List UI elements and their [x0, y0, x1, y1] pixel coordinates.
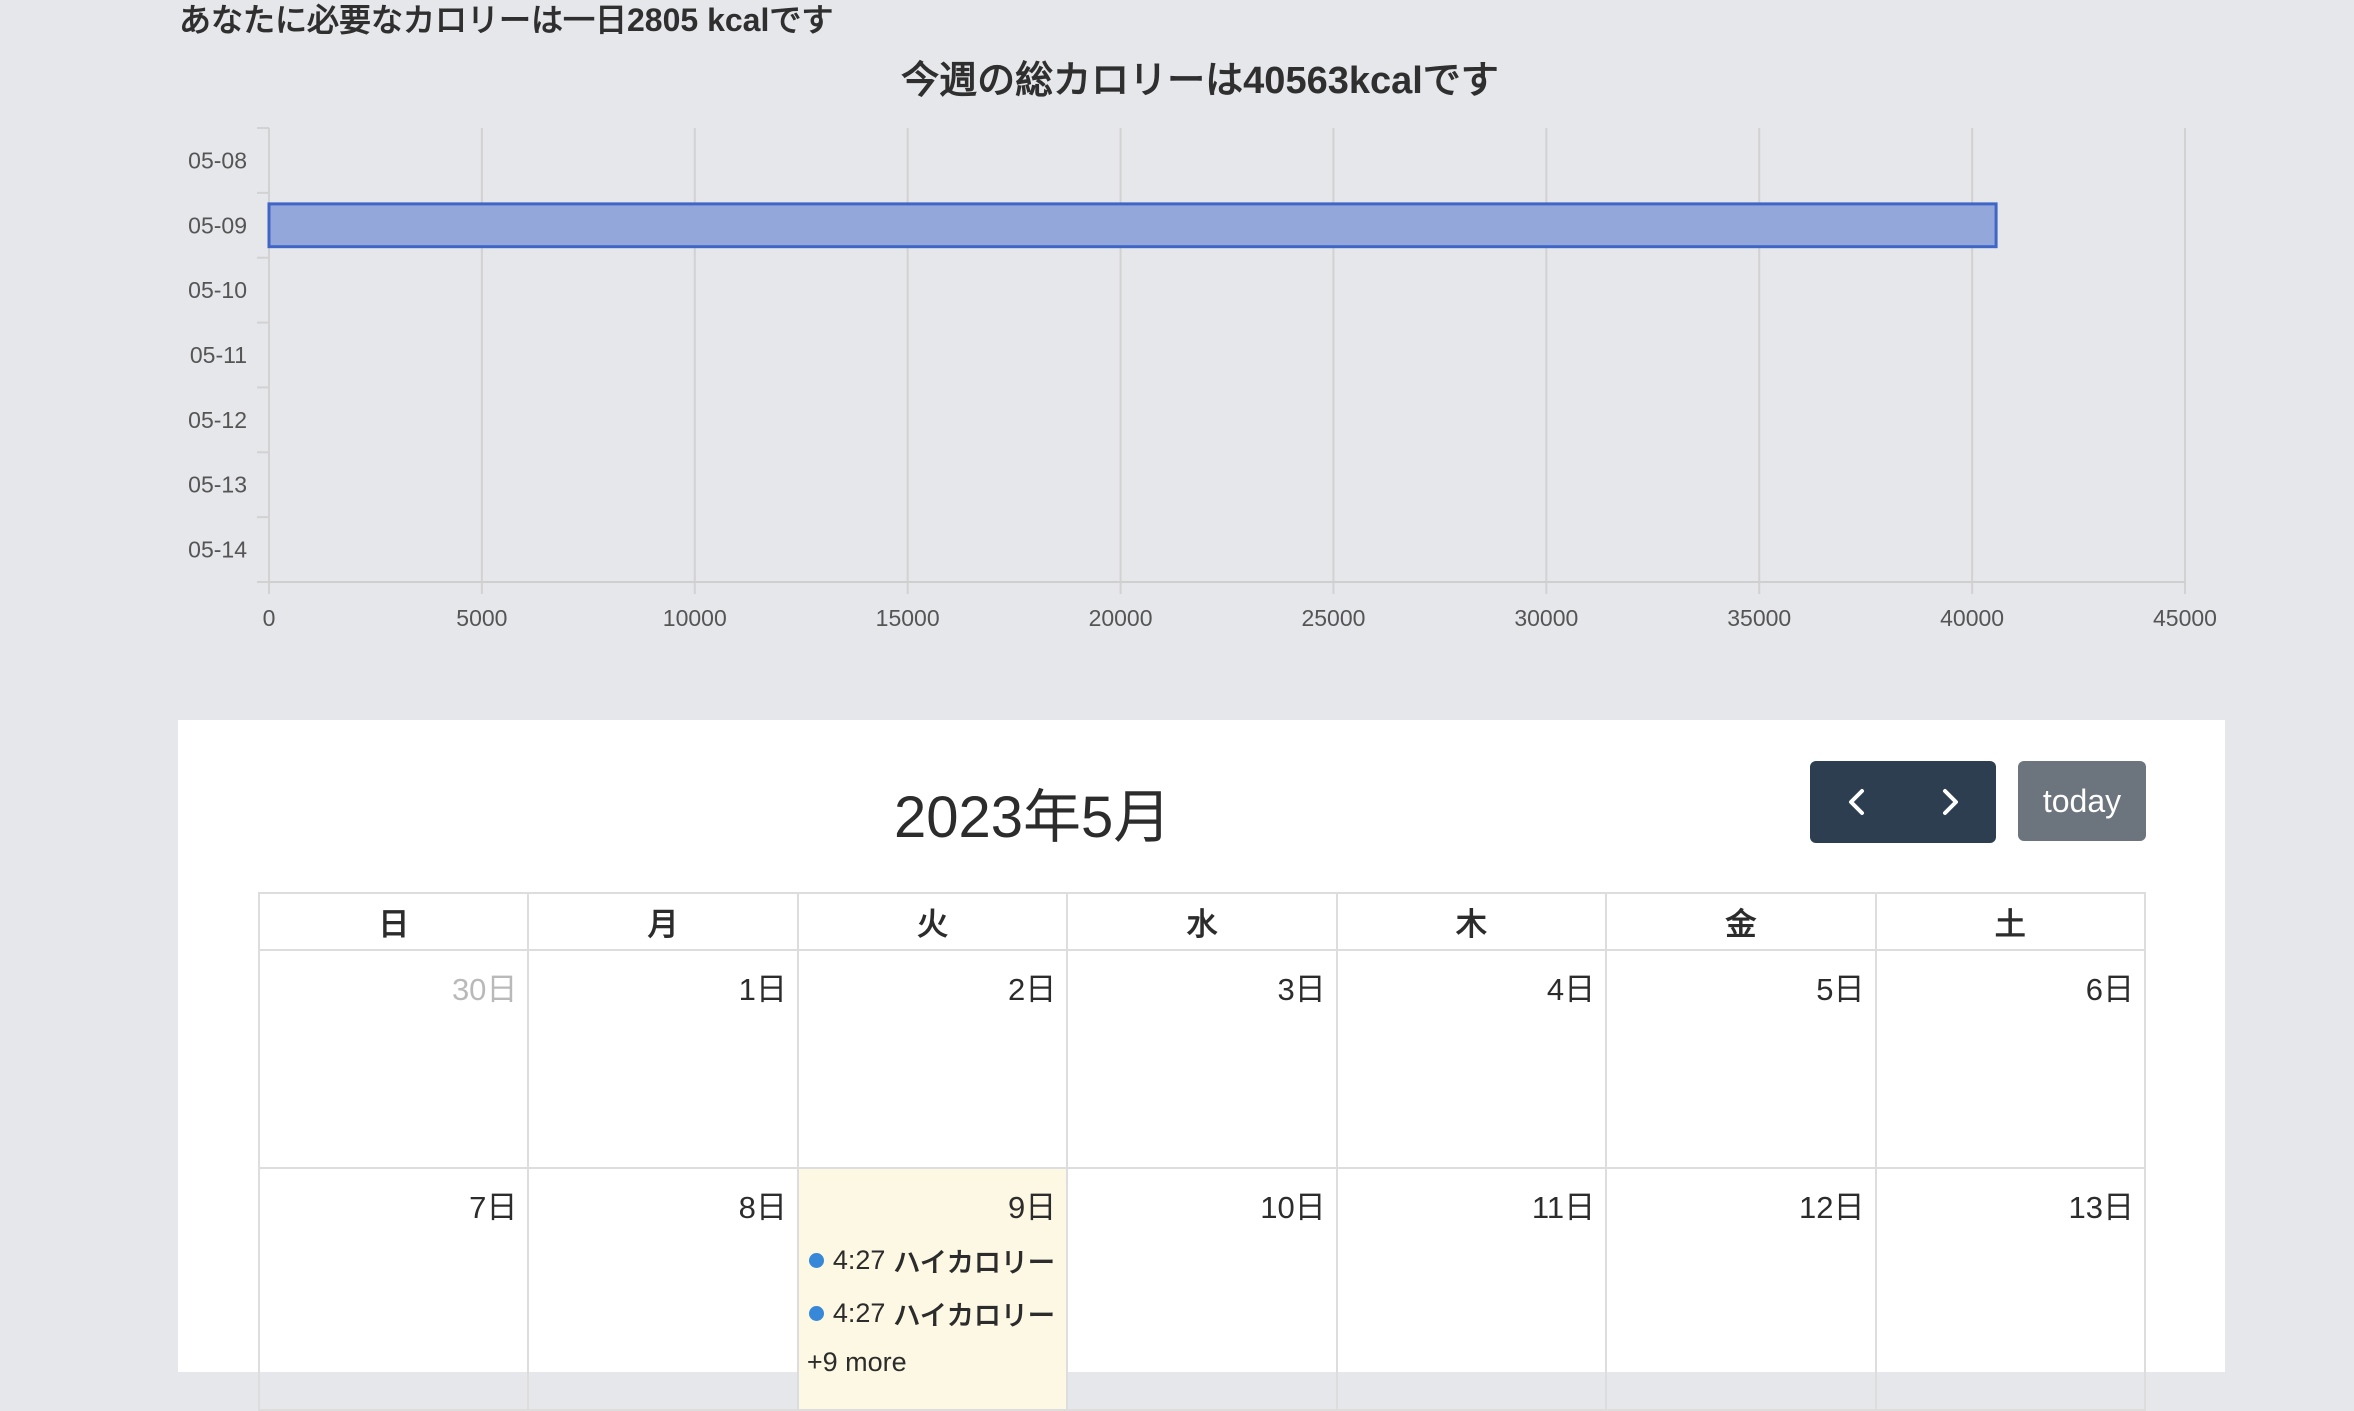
weekday-header: 木: [1335, 892, 1608, 951]
weekday-header: 日: [257, 892, 530, 951]
day-number[interactable]: 10日: [1068, 1169, 1335, 1227]
y-tick-label: 05-13: [188, 472, 247, 498]
x-tick-label: 35000: [1727, 605, 1791, 631]
calendar-panel: 2023年5月 today 日 月 火 水 木 金 土 30日 1日 2日 3日…: [178, 720, 2225, 1411]
x-tick-label: 15000: [876, 605, 940, 631]
weekday-header: 土: [1874, 892, 2147, 951]
day-number[interactable]: 5日: [1607, 951, 1874, 1009]
day-number[interactable]: 12日: [1607, 1169, 1874, 1227]
y-tick-label: 05-12: [188, 407, 247, 433]
weekday-header: 月: [527, 892, 799, 951]
x-tick-label: 20000: [1089, 605, 1153, 631]
day-number[interactable]: 1日: [529, 951, 796, 1009]
day-number[interactable]: 2日: [799, 951, 1066, 1009]
day-cell[interactable]: 6日: [1874, 949, 2147, 1169]
y-tick-label: 05-14: [188, 537, 247, 563]
chevron-right-icon: [1942, 789, 1958, 815]
event-title: ハイカロリー: [893, 1301, 1055, 1331]
day-cell[interactable]: 10日: [1066, 1167, 1338, 1411]
x-tick-label: 10000: [663, 605, 727, 631]
weekday-header: 金: [1605, 892, 1877, 951]
x-tick-label: 40000: [1940, 605, 2004, 631]
day-cell[interactable]: 2日: [796, 949, 1069, 1169]
calendar-nav-group: [1810, 761, 1996, 843]
day-number[interactable]: 11日: [1338, 1169, 1605, 1227]
day-cell[interactable]: 1日: [527, 949, 799, 1169]
today-button[interactable]: today: [2018, 761, 2146, 841]
day-number[interactable]: 4日: [1338, 951, 1605, 1009]
day-cell[interactable]: 5日: [1605, 949, 1877, 1169]
x-tick-label: 30000: [1514, 605, 1578, 631]
x-tick-label: 0: [263, 605, 276, 631]
day-cell[interactable]: 11日: [1335, 1167, 1608, 1411]
y-tick-label: 05-11: [190, 342, 247, 368]
day-cell[interactable]: 4日: [1335, 949, 1608, 1169]
x-tick-label: 45000: [2153, 605, 2217, 631]
event-dot-icon: [808, 1306, 824, 1321]
event-title: ハイカロリー: [893, 1248, 1055, 1278]
weekday-header: 火: [796, 892, 1069, 951]
calendar-title: 2023年5月: [894, 785, 1172, 850]
y-tick-label: 05-08: [188, 147, 247, 173]
event-dot-icon: [808, 1253, 824, 1268]
calendar-event[interactable]: 4:27 ハイカロリー: [799, 1294, 1066, 1333]
day-number[interactable]: 8日: [529, 1169, 796, 1227]
calendar-grid: 日 月 火 水 木 金 土 30日 1日 2日 3日 4日 5日 6日 7日 8…: [257, 892, 2147, 1411]
day-number[interactable]: 13日: [1877, 1169, 2144, 1227]
next-month-button[interactable]: [1903, 761, 1996, 843]
today-day-cell[interactable]: 9日 4:27 ハイカロリー 4:27 ハイカロリー +9 more: [796, 1167, 1069, 1411]
calendar-event[interactable]: 4:27 ハイカロリー: [799, 1241, 1066, 1280]
weekday-header: 水: [1066, 892, 1338, 951]
prev-month-button[interactable]: [1810, 761, 1903, 843]
day-cell[interactable]: 3日: [1066, 949, 1338, 1169]
chart-title: 今週の総カロリーは40563kcalです: [901, 60, 1499, 102]
event-time: 4:27: [832, 1298, 886, 1328]
weekly-calorie-chart: 今週の総カロリーは40563kcalです 0 5000 10000 15000 2000…: [188, 60, 2217, 631]
event-time: 4:27: [832, 1245, 886, 1275]
day-cell[interactable]: 12日: [1605, 1167, 1877, 1411]
day-number[interactable]: 6日: [1877, 951, 2144, 1009]
chevron-left-icon: [1848, 789, 1864, 815]
day-cell[interactable]: 30日: [257, 949, 530, 1169]
day-cell[interactable]: 7日: [257, 1167, 530, 1411]
y-tick-label: 05-09: [188, 212, 247, 238]
day-number[interactable]: 30日: [260, 951, 527, 1009]
day-number[interactable]: 7日: [260, 1169, 527, 1227]
x-tick-label: 25000: [1301, 605, 1365, 631]
day-cell[interactable]: 8日: [527, 1167, 799, 1411]
y-tick-label: 05-10: [188, 277, 247, 303]
x-tick-label: 5000: [456, 605, 507, 631]
day-number[interactable]: 9日: [799, 1169, 1066, 1227]
day-number[interactable]: 3日: [1068, 951, 1335, 1009]
chart-bar: [267, 202, 1998, 249]
more-events-link[interactable]: +9 more: [799, 1333, 1066, 1378]
day-cell[interactable]: 13日: [1874, 1167, 2147, 1411]
